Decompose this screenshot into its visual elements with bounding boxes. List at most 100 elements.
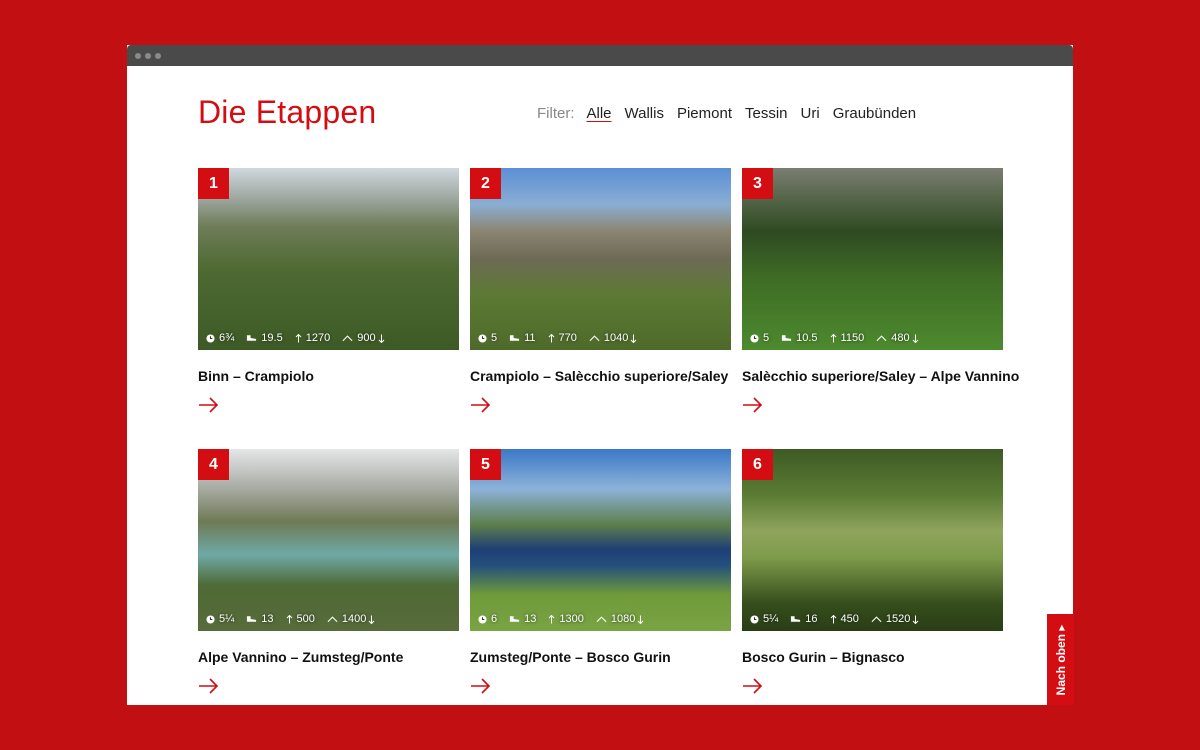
clock-icon: [750, 614, 759, 624]
descent-value: 1400: [341, 613, 367, 625]
stage-title[interactable]: Binn – Crampiolo: [198, 368, 459, 384]
duration-stat: 6: [478, 613, 497, 625]
page-title: Die Etappen: [198, 94, 377, 130]
peak-icon: [342, 335, 353, 342]
peak-icon: [589, 335, 600, 342]
stage-title[interactable]: Crampiolo – Salècchio superiore/Saley: [470, 368, 731, 384]
descent-stat: 1520: [871, 613, 919, 625]
ascent-value: 770: [558, 332, 577, 344]
stage-title[interactable]: Zumsteg/Ponte – Bosco Gurin: [470, 649, 731, 665]
stage-title[interactable]: Bosco Gurin – Bignasco: [742, 649, 1003, 665]
stage-photo[interactable]: 1 6¾ 19.5 1270 900: [198, 168, 459, 350]
duration-value: 5¼: [219, 613, 235, 625]
descent-value: 1080: [610, 613, 636, 625]
stage-number-badge: 3: [742, 168, 773, 199]
duration-stat: 5¼: [206, 613, 234, 625]
distance-value: 13: [261, 613, 274, 625]
distance-stat: 13: [246, 613, 274, 625]
stage-stats: 5¼ 13 500 1400: [206, 613, 375, 625]
boot-icon: [782, 335, 792, 341]
distance-stat: 19.5: [246, 332, 283, 344]
arrow-down-icon: [369, 615, 375, 624]
descent-stat: 1080: [596, 613, 644, 625]
stage-card: 3 5 10.5 1150 480 Salècchio superiore/Sa…: [742, 168, 1019, 419]
ascent-value: 1150: [840, 332, 865, 344]
browser-window: Die Etappen Filter: Alle Wallis Piemont …: [127, 45, 1073, 705]
filter-bar: Filter: Alle Wallis Piemont Tessin Uri G…: [537, 105, 929, 122]
stage-photo[interactable]: 2 5 11 770 1040: [470, 168, 731, 350]
boot-icon: [247, 335, 257, 341]
arrow-right-icon[interactable]: [470, 677, 492, 695]
ascent-stat: 1270: [295, 332, 330, 344]
filter-wallis[interactable]: Wallis: [625, 105, 664, 122]
ascent-value: 1300: [559, 613, 584, 625]
boot-icon: [791, 616, 801, 622]
duration-value: 5: [491, 332, 498, 344]
stage-photo[interactable]: 5 6 13 1300 1080: [470, 449, 731, 631]
distance-stat: 16: [790, 613, 818, 625]
arrow-right-icon[interactable]: [470, 396, 492, 414]
arrow-right-icon[interactable]: [742, 677, 764, 695]
landscape-photo: [742, 168, 1003, 350]
distance-stat: 13: [509, 613, 536, 625]
filter-tessin[interactable]: Tessin: [745, 105, 788, 122]
stage-stats: 6¾ 19.5 1270 900: [206, 332, 385, 344]
landscape-photo: [198, 449, 459, 631]
descent-value: 480: [891, 332, 910, 344]
window-dot-icon[interactable]: [155, 53, 161, 59]
filter-uri[interactable]: Uri: [801, 105, 820, 122]
clock-icon: [750, 333, 759, 343]
landscape-photo: [198, 168, 459, 350]
distance-stat: 11: [509, 332, 536, 344]
stage-number-badge: 2: [470, 168, 501, 199]
distance-value: 10.5: [796, 332, 818, 344]
stage-title[interactable]: Salècchio superiore/Saley – Alpe Vannino: [742, 368, 1019, 384]
arrow-down-icon: [378, 334, 384, 343]
ascent-value: 500: [296, 613, 315, 625]
duration-value: 5: [763, 332, 770, 344]
arrow-down-icon: [637, 615, 644, 624]
landscape-photo: [742, 449, 1003, 631]
duration-stat: 5: [750, 332, 769, 344]
stage-photo[interactable]: 4 5¼ 13 500 1400: [198, 449, 459, 631]
arrow-right-icon[interactable]: [198, 396, 220, 414]
filter-piemont[interactable]: Piemont: [677, 105, 732, 122]
filter-graubuenden[interactable]: Graubünden: [833, 105, 916, 122]
descent-stat: 1400: [327, 613, 375, 625]
landscape-photo: [470, 168, 731, 350]
stage-stats: 5 11 770 1040: [478, 332, 637, 344]
duration-stat: 6¾: [206, 332, 234, 344]
stage-number-badge: 6: [742, 449, 773, 480]
descent-stat: 1040: [589, 332, 637, 344]
distance-value: 16: [805, 613, 818, 625]
ascent-stat: 1150: [830, 332, 865, 344]
window-dot-icon[interactable]: [145, 53, 151, 59]
stage-card: 6 5¼ 16 450 1520 Bosco Gurin – Bignasco: [742, 449, 1003, 700]
stage-photo[interactable]: 3 5 10.5 1150 480: [742, 168, 1003, 350]
stage-stats: 6 13 1300 1080: [478, 613, 644, 625]
arrow-right-icon[interactable]: [198, 677, 220, 695]
stage-stats: 5 10.5 1150 480: [750, 332, 919, 344]
back-to-top-label: Nach oben ▸: [1053, 624, 1068, 695]
distance-value: 11: [524, 332, 536, 344]
descent-stat: 900: [342, 332, 384, 344]
distance-value: 13: [524, 613, 537, 625]
stage-photo[interactable]: 6 5¼ 16 450 1520: [742, 449, 1003, 631]
ascent-stat: 450: [830, 613, 859, 625]
arrow-up-icon: [295, 333, 302, 342]
back-to-top-button[interactable]: Nach oben ▸: [1047, 614, 1074, 705]
duration-value: 6¾: [219, 332, 235, 344]
boot-icon: [510, 335, 520, 341]
arrow-right-icon[interactable]: [742, 396, 764, 414]
arrow-down-icon: [912, 334, 918, 343]
stage-title[interactable]: Alpe Vannino – Zumsteg/Ponte: [198, 649, 459, 665]
stage-stats: 5¼ 16 450 1520: [750, 613, 919, 625]
ascent-stat: 500: [286, 613, 315, 625]
filter-all[interactable]: Alle: [587, 105, 612, 122]
clock-icon: [206, 614, 215, 624]
arrow-up-icon: [286, 614, 292, 623]
arrow-up-icon: [548, 333, 554, 342]
stage-card: 2 5 11 770 1040 Crampiolo – Salècchio su…: [470, 168, 731, 419]
window-dot-icon[interactable]: [135, 53, 141, 59]
peak-icon: [871, 616, 882, 623]
